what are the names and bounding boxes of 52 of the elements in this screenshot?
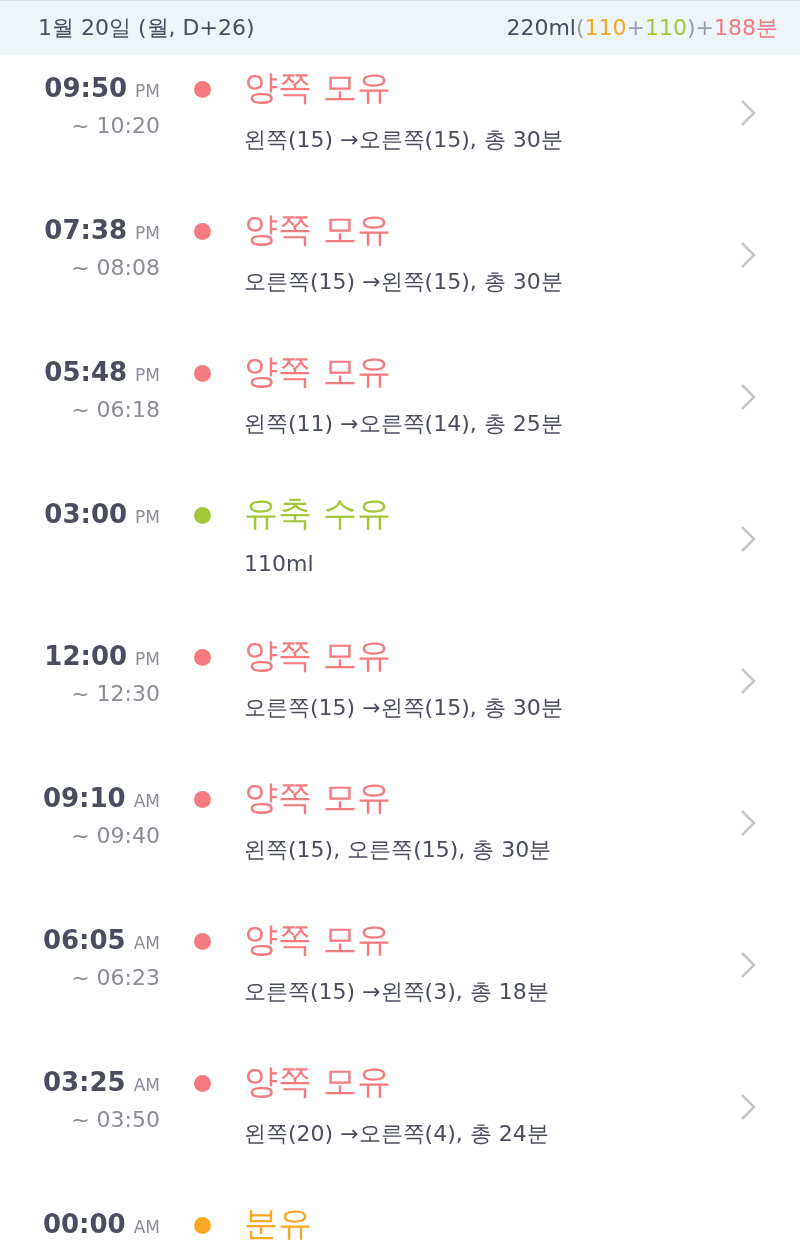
chevron-right-icon[interactable] <box>740 1093 756 1121</box>
start-time: 09:50 <box>44 73 128 103</box>
end-time: ~ 06:23 <box>71 965 160 990</box>
feeding-detail: 왼쪽(15), 오른쪽(15), 총 30분 <box>244 836 553 864</box>
date-label: 1월 20일 (월, D+26) <box>38 14 255 42</box>
feeding-type[interactable]: 양쪽 모유 <box>244 349 740 395</box>
am-pm-label: PM <box>135 81 160 101</box>
end-time: ~ 08:08 <box>71 255 160 280</box>
feeding-detail: 오른쪽(15) →왼쪽(3), 총 18분 <box>244 978 550 1006</box>
chevron-right-icon[interactable] <box>740 99 756 127</box>
am-pm-label: AM <box>133 791 160 811</box>
feeding-type[interactable]: 유축 수유 <box>244 491 740 537</box>
chevron-right-icon[interactable] <box>740 809 756 837</box>
am-pm-label: PM <box>135 649 160 669</box>
start-time: 09:10 <box>42 783 126 813</box>
feeding-type[interactable]: 분유 <box>244 1201 740 1247</box>
feeding-type[interactable]: 양쪽 모유 <box>244 633 740 679</box>
am-pm-label: AM <box>133 1217 160 1237</box>
feeding-detail: 왼쪽(15) →오른쪽(15), 총 30분 <box>244 126 564 154</box>
daily-summary: 220ml(110+110)+188분 <box>506 14 778 42</box>
chevron-right-icon[interactable] <box>740 383 756 411</box>
am-pm-label: AM <box>133 1075 160 1095</box>
start-time: 03:00 <box>44 499 128 529</box>
start-time: 12:00 <box>44 641 128 671</box>
end-time: ~ 12:30 <box>71 681 160 706</box>
start-time: 00:00 <box>42 1209 126 1239</box>
feeding-detail: 오른쪽(15) →왼쪽(15), 총 30분 <box>244 694 564 722</box>
chevron-right-icon[interactable] <box>740 667 756 695</box>
feeding-type[interactable]: 양쪽 모유 <box>244 775 740 821</box>
am-pm-label: AM <box>133 933 160 953</box>
start-time: 03:25 <box>42 1067 126 1097</box>
am-pm-label: PM <box>135 507 160 527</box>
feeding-detail: 왼쪽(11) →오른쪽(14), 총 25분 <box>244 410 564 438</box>
feeding-detail: 110ml <box>244 551 315 576</box>
am-pm-label: PM <box>135 223 160 243</box>
feeding-type[interactable]: 양쪽 모유 <box>244 207 740 253</box>
end-time: ~ 03:50 <box>71 1107 160 1132</box>
start-time: 06:05 <box>42 925 126 955</box>
chevron-right-icon[interactable] <box>740 951 756 979</box>
feeding-type[interactable]: 양쪽 모유 <box>244 65 740 111</box>
end-time: ~ 09:40 <box>71 823 160 848</box>
feeding-type[interactable]: 양쪽 모유 <box>244 1059 740 1105</box>
end-time: ~ 06:18 <box>71 397 160 422</box>
am-pm-label: PM <box>135 365 160 385</box>
start-time: 07:38 <box>44 215 128 245</box>
feeding-type[interactable]: 양쪽 모유 <box>244 917 740 963</box>
feeding-detail: 왼쪽(20) →오른쪽(4), 총 24분 <box>244 1120 550 1148</box>
start-time: 05:48 <box>44 357 128 387</box>
chevron-right-icon[interactable] <box>740 241 756 269</box>
end-time: ~ 10:20 <box>71 113 160 138</box>
feeding-detail: 오른쪽(15) →왼쪽(15), 총 30분 <box>244 268 564 296</box>
chevron-right-icon[interactable] <box>740 525 756 553</box>
